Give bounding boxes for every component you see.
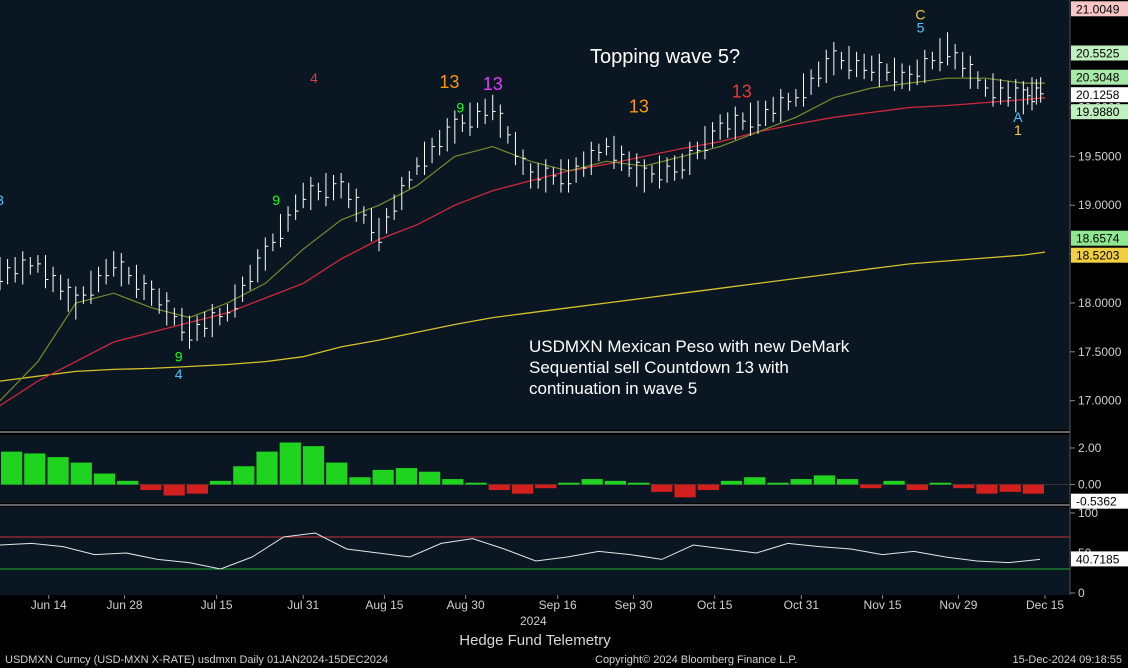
macd-histogram-bar xyxy=(488,484,510,491)
rsi-current-label: 40.7185 xyxy=(1076,552,1120,566)
x-tick-label: Jun 14 xyxy=(31,598,67,612)
macd-histogram-bar xyxy=(186,484,208,494)
macd-panel-bg xyxy=(0,435,1070,503)
footer-ticker-info: USDMXN Curncy (USD-MXN X-RATE) usdmxn Da… xyxy=(5,654,389,666)
demark-count-label: 13 xyxy=(483,74,503,94)
y-tick-label: 2.00 xyxy=(1078,441,1102,455)
macd-histogram-bar xyxy=(837,479,859,485)
y-tick-label: 19.0000 xyxy=(1078,198,1122,212)
price-label-text: 20.5525 xyxy=(1076,47,1120,61)
macd-histogram-bar xyxy=(999,484,1021,492)
annotation-body-line: USDMXN Mexican Peso with new DeMark xyxy=(529,337,850,356)
macd-histogram-bar xyxy=(465,482,487,485)
macd-histogram-bar xyxy=(674,484,696,498)
macd-histogram-bar xyxy=(929,482,952,485)
price-label-text: 20.3048 xyxy=(1076,71,1120,85)
demark-count-label: 13 xyxy=(629,96,649,116)
x-tick-label: Oct 31 xyxy=(784,598,820,612)
x-tick-label: Dec 15 xyxy=(1026,598,1064,612)
demark-count-label: 4 xyxy=(310,70,318,86)
annotation-title: Topping wave 5? xyxy=(590,46,740,68)
macd-histogram-bar xyxy=(1,451,23,485)
annotation-body-line: Sequential sell Countdown 13 with xyxy=(529,358,789,377)
y-tick-label: 18.0000 xyxy=(1078,296,1122,310)
demark-count-label: 13 xyxy=(732,82,752,102)
macd-histogram-bar xyxy=(279,442,301,485)
macd-histogram-bar xyxy=(604,480,626,485)
macd-histogram-bar xyxy=(883,480,905,485)
macd-histogram-bar xyxy=(140,484,162,491)
macd-histogram-bar xyxy=(372,469,394,485)
x-tick-label: Sep 16 xyxy=(539,598,577,612)
y-tick-label: 19.5000 xyxy=(1078,149,1122,163)
year-label: 2024 xyxy=(520,614,547,628)
macd-histogram-bar xyxy=(953,484,975,489)
y-tick-label: 100 xyxy=(1078,506,1098,520)
footer-title: Hedge Fund Telemetry xyxy=(459,632,611,649)
macd-histogram-bar xyxy=(697,484,719,491)
x-tick-label: Oct 15 xyxy=(697,598,733,612)
macd-histogram-bar xyxy=(906,484,928,491)
demark-count-label: 9 xyxy=(272,192,280,208)
price-label-text: 18.6574 xyxy=(1076,232,1120,246)
macd-histogram-bar xyxy=(349,477,371,485)
demark-count-label: 5 xyxy=(917,19,925,35)
footer-timestamp: 15-Dec-2024 09:18:55 xyxy=(1012,654,1122,666)
macd-histogram-bar xyxy=(70,462,92,485)
macd-histogram-bar xyxy=(720,480,743,485)
macd-histogram-bar xyxy=(1022,484,1044,494)
x-tick-label: Jul 15 xyxy=(201,598,233,612)
macd-histogram-bar xyxy=(535,484,557,489)
macd-histogram-bar xyxy=(581,479,603,485)
price-label-text: 21.0049 xyxy=(1076,2,1120,16)
macd-histogram-bar xyxy=(256,451,278,485)
macd-histogram-bar xyxy=(93,473,116,485)
price-label-text: 19.9880 xyxy=(1076,105,1120,119)
chart-canvas: 17.000017.500018.000018.500019.000019.50… xyxy=(0,0,1128,668)
macd-histogram-bar xyxy=(395,468,417,485)
demark-count-label: 3 xyxy=(0,192,4,208)
demark-count-label: 13 xyxy=(439,72,459,92)
macd-histogram-bar xyxy=(419,471,441,485)
macd-histogram-bar xyxy=(628,482,650,485)
macd-histogram-bar xyxy=(326,462,348,485)
x-tick-label: Aug 30 xyxy=(447,598,485,612)
macd-histogram-bar xyxy=(302,446,325,485)
x-tick-label: Nov 29 xyxy=(939,598,977,612)
x-tick-label: Jul 31 xyxy=(287,598,319,612)
y-tick-label: 0.00 xyxy=(1078,478,1102,492)
macd-histogram-bar xyxy=(233,466,255,485)
macd-histogram-bar xyxy=(47,457,69,485)
rsi-panel-bg xyxy=(0,507,1070,595)
y-tick-label: 17.0000 xyxy=(1078,394,1122,408)
x-tick-label: Aug 15 xyxy=(365,598,403,612)
macd-histogram-bar xyxy=(442,479,464,485)
macd-histogram-bar xyxy=(210,480,232,485)
demark-count-label: 1 xyxy=(1014,122,1022,138)
demark-count-label: 9 xyxy=(175,349,183,365)
x-tick-label: Sep 30 xyxy=(614,598,652,612)
macd-histogram-bar xyxy=(813,475,835,485)
demark-count-label: 4 xyxy=(175,366,183,382)
macd-histogram-bar xyxy=(558,482,580,485)
macd-histogram-bar xyxy=(744,477,766,485)
macd-histogram-bar xyxy=(790,479,812,485)
macd-histogram-bar xyxy=(117,480,139,485)
y-tick-label: 17.5000 xyxy=(1078,345,1122,359)
x-tick-label: Nov 15 xyxy=(864,598,902,612)
demark-count-label: 9 xyxy=(456,99,464,115)
macd-histogram-bar xyxy=(976,484,998,494)
y-tick-label: 0 xyxy=(1078,586,1085,600)
x-tick-label: Jun 28 xyxy=(107,598,143,612)
macd-histogram-bar xyxy=(767,482,789,485)
macd-histogram-bar xyxy=(163,484,185,496)
price-label-text: 20.1258 xyxy=(1076,88,1120,102)
macd-histogram-bar xyxy=(24,453,46,485)
macd-histogram-bar xyxy=(860,484,882,489)
macd-histogram-bar xyxy=(511,484,534,494)
macd-histogram-bar xyxy=(651,484,673,492)
footer-copyright: Copyright© 2024 Bloomberg Finance L.P. xyxy=(595,654,798,666)
price-label-text: 18.5203 xyxy=(1076,249,1120,263)
annotation-body-line: continuation in wave 5 xyxy=(529,379,697,398)
